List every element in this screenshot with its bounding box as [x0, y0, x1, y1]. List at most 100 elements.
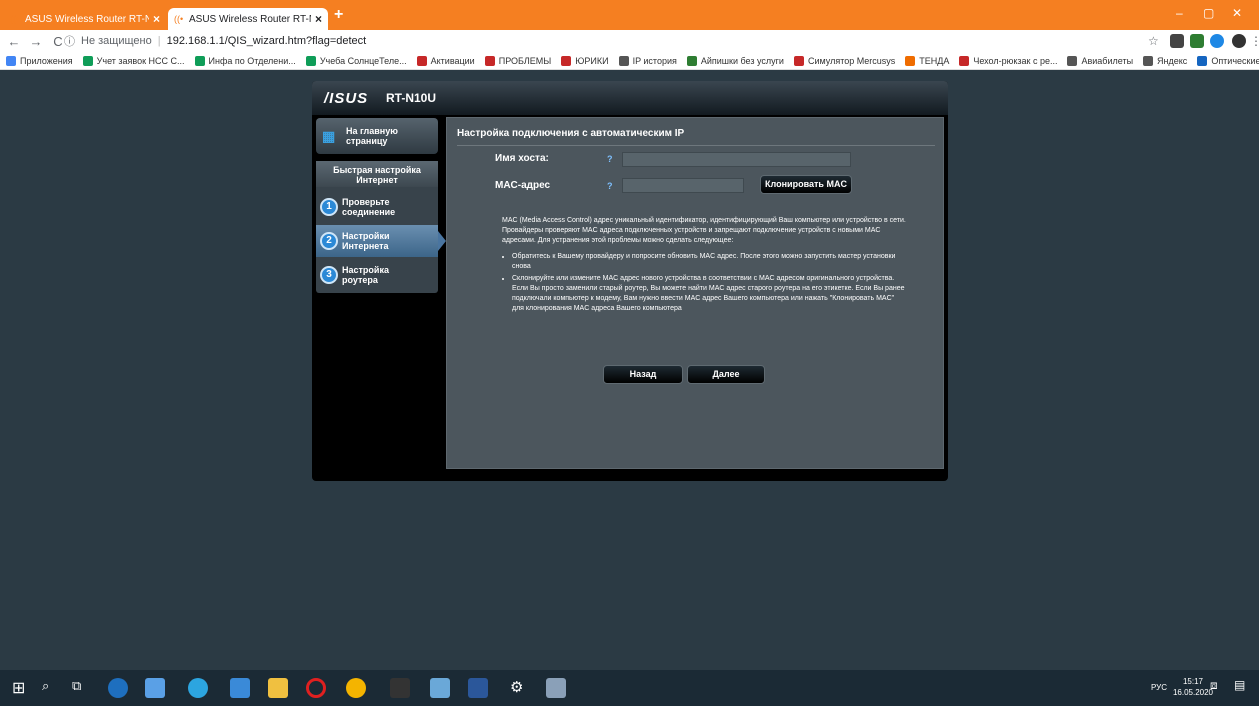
help-icon[interactable]: ? — [607, 154, 617, 164]
search-icon[interactable]: ⌕ — [42, 678, 62, 698]
app-icon[interactable] — [430, 678, 450, 698]
bookmark-item[interactable]: Активации — [416, 55, 475, 66]
clock[interactable]: 15:17 16.05.2020 — [1173, 676, 1213, 698]
menu-dots-icon[interactable]: ⋮ — [1250, 34, 1259, 48]
bookmark-icon — [686, 55, 697, 66]
ie-icon[interactable] — [108, 678, 128, 698]
step-number: 3 — [320, 266, 338, 284]
word-icon[interactable] — [468, 678, 488, 698]
wifi-favicon-icon: ((• — [10, 14, 20, 24]
extension-icon[interactable] — [1170, 34, 1184, 48]
close-tab-icon[interactable]: × — [315, 12, 322, 26]
bookmark-item[interactable]: Приложения — [6, 55, 73, 66]
new-tab-button[interactable]: + — [334, 6, 343, 24]
bookmark-item[interactable]: Авиабилеты — [1067, 55, 1133, 66]
bookmark-icon — [905, 55, 916, 66]
bookmark-label: IP история — [632, 55, 677, 66]
browser-tab-2[interactable]: ((• ASUS Wireless Router RT-N10U × — [168, 8, 328, 30]
bookmark-item[interactable]: ПРОБЛЕМЫ — [484, 55, 551, 66]
bookmark-icon — [194, 55, 205, 66]
bookmark-item[interactable]: Айпишки без услуги — [686, 55, 784, 66]
network-icon: ▦ — [322, 128, 336, 144]
step-label: Настройки Интернета — [342, 231, 390, 251]
bookmark-icon — [618, 55, 629, 66]
bullet-item: Обратитесь к Вашему провайдеру и попроси… — [512, 252, 907, 272]
hostname-field[interactable] — [622, 152, 851, 167]
task-view-icon[interactable]: ⧉ — [72, 678, 92, 698]
profile-avatar[interactable] — [1232, 34, 1246, 48]
url-bar[interactable]: ⓘ Не защищено | 192.168.1.1/QIS_wizard.h… — [64, 32, 1144, 50]
step-label: Настройка роутера — [342, 265, 389, 285]
step-router-settings[interactable]: 3 Настройка роутера — [316, 259, 438, 291]
bookmark-icon — [416, 55, 427, 66]
mac-label: MAC-адрес — [495, 180, 551, 191]
bookmark-item[interactable]: Инфа по Отделени... — [194, 55, 296, 66]
wizard-menu: Быстрая настройка Интернет 1 Проверьте с… — [316, 161, 446, 293]
bookmark-label: Симулятор Mercusys — [807, 55, 896, 66]
bookmark-item[interactable]: IP история — [618, 55, 677, 66]
minimize-button[interactable]: – — [1176, 6, 1183, 20]
mac-address-field[interactable] — [622, 178, 744, 193]
bookmark-icon — [1143, 55, 1154, 66]
telegram-icon[interactable] — [188, 678, 208, 698]
mail-icon[interactable] — [230, 678, 250, 698]
wifi-favicon-icon: ((• — [174, 14, 184, 24]
file-explorer-icon[interactable] — [268, 678, 288, 698]
back-button[interactable]: Назад — [603, 365, 683, 384]
bookmark-item[interactable]: ТЕНДА — [905, 55, 949, 66]
home-button[interactable]: ▦ На главную страницу — [316, 118, 438, 154]
bookmark-item[interactable]: Яндекс — [1143, 55, 1187, 66]
router-model: RT-N10U — [386, 91, 437, 105]
security-label: Не защищено — [81, 35, 152, 47]
step-number: 2 — [320, 232, 338, 250]
settings-panel: Настройка подключения с автоматическим I… — [446, 117, 944, 469]
step-internet-settings[interactable]: 2 Настройки Интернета — [316, 225, 446, 257]
bookmark-icon — [484, 55, 495, 66]
app-icon[interactable] — [145, 678, 165, 698]
next-button[interactable]: Далее — [687, 365, 765, 384]
bookmark-item[interactable]: Учеба СолнцеТеле... — [305, 55, 407, 66]
url-text[interactable]: 192.168.1.1/QIS_wizard.htm?flag=detect — [167, 35, 367, 47]
app-icon[interactable] — [546, 678, 566, 698]
browser-tab-1[interactable]: ((• ASUS Wireless Router RT-N10U × — [4, 8, 166, 30]
bookmark-icon — [959, 55, 970, 66]
forward-arrow-icon[interactable]: → — [28, 34, 44, 49]
star-icon[interactable]: ☆ — [1148, 34, 1162, 48]
bookmark-label: Инфа по Отделени... — [208, 55, 296, 66]
page-body: /ISUS RT-N10U ▦ На главную страницу Быст… — [0, 70, 1259, 670]
mac-description: MAC (Media Access Control) адрес уникаль… — [502, 216, 907, 316]
clone-mac-button[interactable]: Клонировать MAC — [760, 175, 852, 194]
bookmark-icon — [793, 55, 804, 66]
extension-icon[interactable] — [1190, 34, 1204, 48]
bullet-list: Обратитесь к Вашему провайдеру и попроси… — [502, 252, 907, 314]
show-desktop-icon[interactable]: ⧈ — [1210, 678, 1230, 698]
bookmark-item[interactable]: Симулятор Mercusys — [793, 55, 896, 66]
maximize-button[interactable]: ▢ — [1203, 6, 1214, 20]
language-indicator[interactable]: РУС — [1151, 683, 1167, 692]
help-icon[interactable]: ? — [607, 181, 617, 191]
extension-icon[interactable] — [1210, 34, 1224, 48]
clock-date: 16.05.2020 — [1172, 688, 1213, 697]
close-window-button[interactable]: ✕ — [1232, 6, 1242, 20]
info-icon[interactable]: ⓘ — [64, 33, 75, 49]
close-tab-icon[interactable]: × — [153, 12, 160, 26]
bookmark-icon — [1197, 55, 1208, 66]
notifications-icon[interactable]: ▤ — [1234, 678, 1254, 698]
bookmark-item[interactable]: ЮРИКИ — [561, 55, 609, 66]
back-arrow-icon[interactable]: ← — [6, 34, 22, 49]
bookmark-item[interactable]: Учет заявок НСС С... — [82, 55, 185, 66]
bookmark-item[interactable]: Оптические волок... — [1197, 55, 1259, 66]
bookmark-label: Приложения — [20, 55, 73, 66]
panel-title: Настройка подключения с автоматическим I… — [457, 128, 685, 139]
terminal-icon[interactable] — [390, 678, 410, 698]
title-divider — [457, 145, 935, 146]
chrome-icon[interactable] — [346, 678, 366, 698]
windows-start-icon[interactable]: ⊞ — [12, 678, 32, 698]
browser-titlebar: ((• ASUS Wireless Router RT-N10U × ((• A… — [0, 0, 1259, 30]
bookmarks-bar: Приложения Учет заявок НСС С... Инфа по От… — [0, 52, 1259, 70]
settings-gear-icon[interactable]: ⚙ — [510, 678, 530, 698]
step-check-connection[interactable]: 1 Проверьте соединение — [316, 191, 438, 223]
opera-icon[interactable] — [306, 678, 326, 698]
tab-title: ASUS Wireless Router RT-N10U — [25, 13, 149, 25]
bookmark-item[interactable]: Чехол-рюкзак с ре... — [959, 55, 1057, 66]
